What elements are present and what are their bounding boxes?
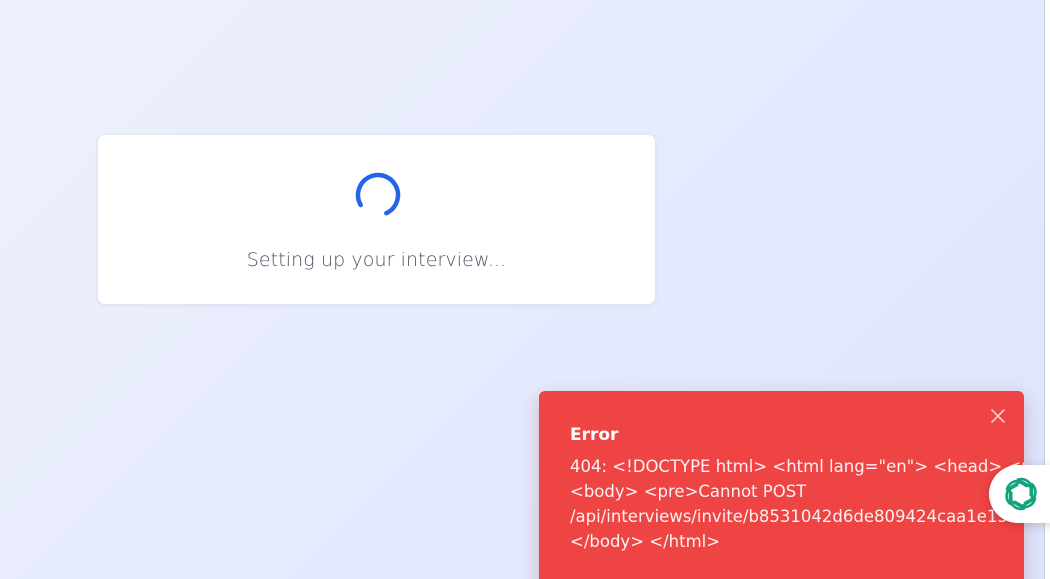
loading-card: Setting up your interview... [97,134,656,305]
toast-message-line: </body> </html> [570,532,721,551]
assistant-launcher-button[interactable] [989,465,1050,523]
toast-message-line: <body> <pre>Cannot POST [570,482,807,501]
close-icon[interactable] [990,408,1006,424]
toast-message-line: /api/interviews/invite/b8531042d6de80942… [570,507,1024,526]
loading-spinner-icon [355,172,401,218]
loading-message: Setting up your interview... [246,249,507,271]
toast-message: 404: <!DOCTYPE html> <html lang="en"> <h… [570,454,1024,554]
openai-logo-icon [1005,477,1037,511]
toast-title: Error [570,425,619,445]
error-toast: Error 404: <!DOCTYPE html> <html lang="e… [539,391,1024,579]
toast-message-line: 404: <!DOCTYPE html> <html lang="en"> <h… [570,457,1024,476]
